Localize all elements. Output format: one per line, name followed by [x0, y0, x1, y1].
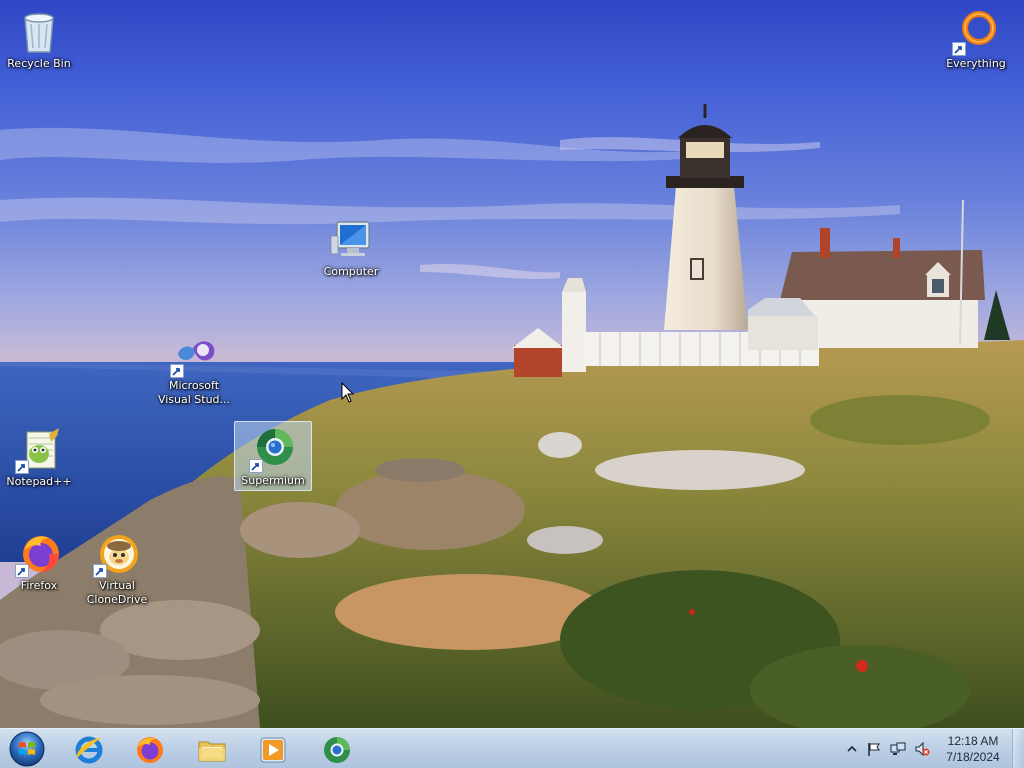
- firefox-icon: [15, 530, 63, 578]
- desktop-icon-visual-studio[interactable]: Microsoft Visual Stud...: [154, 326, 234, 411]
- desktop-icon-label: Everything: [946, 57, 1006, 70]
- taskbar-supermium[interactable]: [308, 731, 366, 767]
- shortcut-arrow-icon: [15, 460, 29, 474]
- windows-start-orb-icon: [9, 731, 45, 767]
- computer-icon: [327, 216, 375, 264]
- volume-muted-icon[interactable]: [914, 741, 930, 757]
- shortcut-arrow-icon: [93, 564, 107, 578]
- desktop-icon-virtual-clonedrive[interactable]: Virtual CloneDrive: [77, 526, 157, 611]
- desktop-icon-label: Supermium: [241, 474, 305, 487]
- shortcut-arrow-icon: [249, 459, 263, 473]
- desktop-icon-label: Firefox: [20, 579, 58, 592]
- folder-icon: [198, 741, 226, 762]
- notepad-plus-plus-icon: [15, 426, 63, 474]
- visual-studio-icon: [170, 330, 218, 378]
- desktop[interactable]: Recycle Bin Everything Computer Microsof…: [0, 0, 1024, 728]
- desktop-icon-notepad-plus-plus[interactable]: Notepad++: [0, 422, 79, 493]
- desktop-icon-label: Recycle Bin: [7, 57, 71, 70]
- taskbar-media-player[interactable]: [244, 731, 302, 767]
- desktop-icon-label: Computer: [323, 265, 379, 278]
- shortcut-arrow-icon: [15, 564, 29, 578]
- virtual-clonedrive-icon: [93, 530, 141, 578]
- media-player-icon: [260, 737, 286, 763]
- supermium-icon: [324, 737, 350, 763]
- supermium-icon: [249, 425, 297, 473]
- desktop-icon-firefox[interactable]: Firefox: [0, 526, 79, 597]
- taskbar: 12:18 AM 7/18/2024: [0, 728, 1024, 768]
- desktop-icon-label: Microsoft Visual Stud...: [157, 379, 231, 406]
- desktop-icon-supermium[interactable]: Supermium: [234, 421, 312, 491]
- clock-time: 12:18 AM: [947, 734, 999, 748]
- desktop-icon-recycle-bin[interactable]: Recycle Bin: [0, 4, 79, 75]
- desktop-icon-label: Virtual CloneDrive: [86, 579, 148, 606]
- desktop-icon-computer[interactable]: Computer: [311, 212, 391, 283]
- mouse-cursor-icon: [341, 382, 355, 403]
- taskbar-firefox[interactable]: [121, 731, 179, 767]
- network-icon[interactable]: [890, 741, 906, 757]
- shortcut-arrow-icon: [952, 42, 966, 56]
- clock-date: 7/18/2024: [946, 750, 1000, 764]
- system-clock[interactable]: 12:18 AM 7/18/2024: [930, 733, 1016, 765]
- recycle-bin-icon: [15, 8, 63, 56]
- firefox-icon: [137, 737, 163, 763]
- action-center-flag-icon[interactable]: [866, 741, 882, 757]
- show-hidden-icons-chevron[interactable]: [844, 741, 860, 757]
- taskbar-internet-explorer[interactable]: [60, 731, 118, 767]
- taskbar-windows-explorer[interactable]: [183, 731, 241, 767]
- start-button[interactable]: [4, 730, 50, 768]
- show-desktop-button[interactable]: [1012, 729, 1024, 768]
- shortcut-arrow-icon: [170, 364, 184, 378]
- desktop-icon-everything[interactable]: Everything: [936, 4, 1016, 75]
- desktop-icon-label: Notepad++: [6, 475, 72, 488]
- everything-icon: [952, 8, 1000, 56]
- internet-explorer-icon: [75, 736, 103, 764]
